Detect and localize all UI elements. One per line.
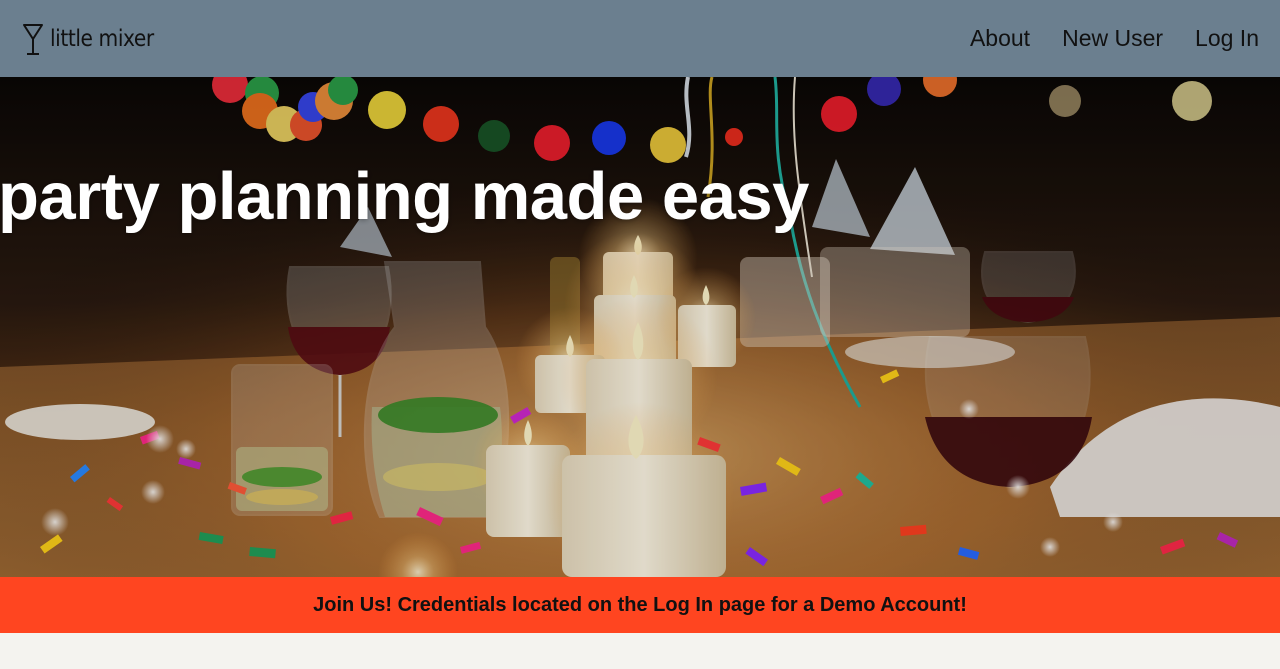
- hero-headline: party planning made easy: [0, 159, 809, 234]
- cocktail-glass-icon: [23, 23, 43, 55]
- home-logo-link[interactable]: little mixer: [22, 22, 168, 56]
- top-navbar: little mixer About New User Log In: [0, 0, 1280, 77]
- nav-about-link[interactable]: About: [970, 25, 1030, 52]
- nav-new-user-link[interactable]: New User: [1062, 25, 1163, 52]
- page-content-area: [0, 633, 1280, 669]
- logo-text: little mixer: [50, 25, 154, 52]
- party-table-photo: [0, 77, 1280, 577]
- hero-section: party planning made easy: [0, 77, 1280, 577]
- demo-account-banner: Join Us! Credentials located on the Log …: [0, 577, 1280, 633]
- main-nav: About New User Log In: [970, 25, 1259, 52]
- nav-log-in-link[interactable]: Log In: [1195, 25, 1259, 52]
- banner-text: Join Us! Credentials located on the Log …: [313, 593, 967, 616]
